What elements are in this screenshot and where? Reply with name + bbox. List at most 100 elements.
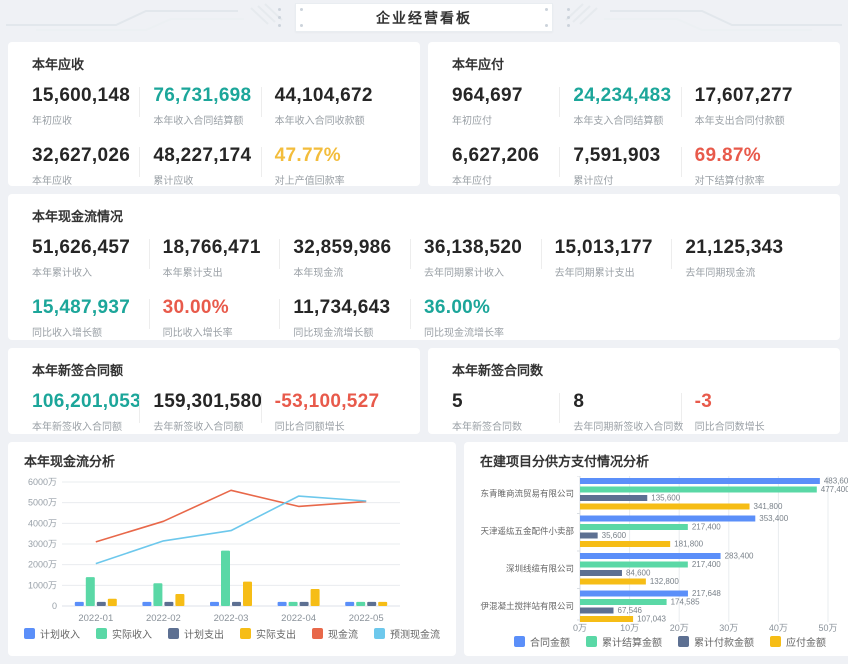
legend-item[interactable]: 累计结算金额 xyxy=(586,634,662,649)
metric-label: 对上产值回款率 xyxy=(275,172,396,187)
bar[interactable] xyxy=(580,553,721,559)
metric-label: 年初应收 xyxy=(32,112,153,127)
metric: 21,125,343 去年同期现金流 xyxy=(685,235,816,279)
bar[interactable] xyxy=(356,602,365,606)
bar[interactable] xyxy=(153,583,162,606)
metric-value: 15,487,937 xyxy=(32,297,163,319)
legend-item[interactable]: 计划支出 xyxy=(168,626,224,641)
legend-item[interactable]: 合同金额 xyxy=(514,634,570,649)
bar[interactable] xyxy=(345,602,354,606)
bar[interactable] xyxy=(289,602,298,606)
bar[interactable] xyxy=(580,579,646,585)
bar[interactable] xyxy=(142,602,151,606)
metric-value: 15,600,148 xyxy=(32,85,153,107)
page-title: 企业经营看板 xyxy=(376,8,472,28)
card-receivable: 本年应收 15,600,148 年初应收 76,731,698 本年收入合同结算… xyxy=(8,42,420,186)
bar[interactable] xyxy=(580,616,633,622)
bar[interactable] xyxy=(232,602,241,606)
bar[interactable] xyxy=(580,495,647,501)
metric-value: 76,731,698 xyxy=(153,85,274,107)
circuit-decoration-left xyxy=(6,0,294,36)
bar[interactable] xyxy=(580,591,688,597)
dots-decoration-left xyxy=(278,8,281,27)
legend-item[interactable]: 实际收入 xyxy=(96,626,152,641)
bar[interactable] xyxy=(580,562,688,568)
corner-dot xyxy=(300,8,303,11)
bar[interactable] xyxy=(75,602,84,606)
bar[interactable] xyxy=(580,478,820,484)
category-label: 天津遥纮五金配件小卖部 xyxy=(480,526,574,536)
legend-item[interactable]: 应付金额 xyxy=(770,634,826,649)
cashflow-combo-chart[interactable]: 01000万2000万3000万4000万5000万6000万2022-0120… xyxy=(24,476,404,624)
legend-swatch xyxy=(770,636,781,647)
y-axis-tick-label: 4000万 xyxy=(28,518,57,528)
supplier-payment-bar-chart[interactable]: 0万10万20万30万40万50万山东青睢商流贸易有限公司483,600477,… xyxy=(480,476,848,632)
bar-value-label: 35,600 xyxy=(602,531,627,540)
legend-swatch xyxy=(96,628,107,639)
metric-value: 21,125,343 xyxy=(685,237,816,259)
metric-value: 18,766,471 xyxy=(163,237,294,259)
legend-label: 累计结算金额 xyxy=(602,634,662,649)
bar[interactable] xyxy=(97,602,106,606)
bar[interactable] xyxy=(164,602,173,606)
metric: 18,766,471 本年累计支出 xyxy=(163,235,294,279)
legend-label: 现金流 xyxy=(328,626,358,641)
bar[interactable] xyxy=(86,577,95,606)
metrics-grid: 15,600,148 年初应收 76,731,698 本年收入合同结算额 44,… xyxy=(32,83,396,187)
legend-item[interactable]: 实际支出 xyxy=(240,626,296,641)
bar-value-label: 174,585 xyxy=(671,598,700,607)
metric-value: 8 xyxy=(573,391,694,413)
bar[interactable] xyxy=(311,589,320,606)
bar[interactable] xyxy=(175,594,184,606)
legend-item[interactable]: 计划收入 xyxy=(24,626,80,641)
page-title-box: 企业经营看板 xyxy=(295,3,553,32)
bar[interactable] xyxy=(580,524,688,530)
card-cashflow-summary: 本年现金流情况 51,626,457 本年累计收入 18,766,471 本年累… xyxy=(8,194,840,340)
metric-value: 7,591,903 xyxy=(573,145,694,167)
legend-item[interactable]: 预测现金流 xyxy=(374,626,440,641)
card-supplier-payment-chart: 在建项目分供方支付情况分析 0万10万20万30万40万50万山东青睢商流贸易有… xyxy=(464,442,848,656)
bar[interactable] xyxy=(580,516,755,522)
metric-label: 去年同期累计支出 xyxy=(555,264,686,279)
metric: 76,731,698 本年收入合同结算额 xyxy=(153,83,274,127)
metric-value: 11,734,643 xyxy=(293,297,424,319)
y-axis-tick-label: 1000万 xyxy=(28,580,57,590)
metric-value: 32,627,026 xyxy=(32,145,153,167)
y-axis-tick-label: 2000万 xyxy=(28,560,57,570)
bar[interactable] xyxy=(580,504,750,510)
bar[interactable] xyxy=(580,487,817,493)
metric-value: 36,138,520 xyxy=(424,237,555,259)
bar[interactable] xyxy=(378,602,387,606)
metric-label: 去年同期新签收入合同数 xyxy=(573,418,694,433)
bar[interactable] xyxy=(300,602,309,606)
bar[interactable] xyxy=(580,541,670,547)
bar[interactable] xyxy=(580,608,614,614)
metric-value: 24,234,483 xyxy=(573,85,694,107)
bar[interactable] xyxy=(108,599,117,606)
metric-value: 106,201,053 xyxy=(32,391,153,413)
metric: 15,013,177 去年同期累计支出 xyxy=(555,235,686,279)
legend-item[interactable]: 现金流 xyxy=(312,626,358,641)
category-label: 深圳线缆有限公司 xyxy=(506,564,574,574)
card-title: 本年应付 xyxy=(452,54,816,73)
bar[interactable] xyxy=(580,570,622,576)
bar[interactable] xyxy=(243,582,252,606)
bar[interactable] xyxy=(580,599,667,605)
legend-swatch xyxy=(312,628,323,639)
x-axis-tick-label: 0万 xyxy=(573,623,587,632)
metric: 36,138,520 去年同期累计收入 xyxy=(424,235,555,279)
bar[interactable] xyxy=(210,602,219,606)
y-axis-tick-label: 6000万 xyxy=(28,477,57,487)
dashboard-body: 本年应收 15,600,148 年初应收 76,731,698 本年收入合同结算… xyxy=(0,36,848,656)
bar[interactable] xyxy=(367,602,376,606)
bar[interactable] xyxy=(278,602,287,606)
x-axis-tick-label: 40万 xyxy=(769,623,788,632)
metric-label: 本年收入合同收款额 xyxy=(275,112,396,127)
legend-item[interactable]: 累计付款金额 xyxy=(678,634,754,649)
bar[interactable] xyxy=(221,551,230,606)
metric: 964,697 年初应付 xyxy=(452,83,573,127)
metric: 15,487,937 同比收入增长额 xyxy=(32,295,163,339)
bar[interactable] xyxy=(580,533,598,539)
chart-title: 本年现金流分析 xyxy=(24,451,440,470)
metric-value: 17,607,277 xyxy=(695,85,816,107)
